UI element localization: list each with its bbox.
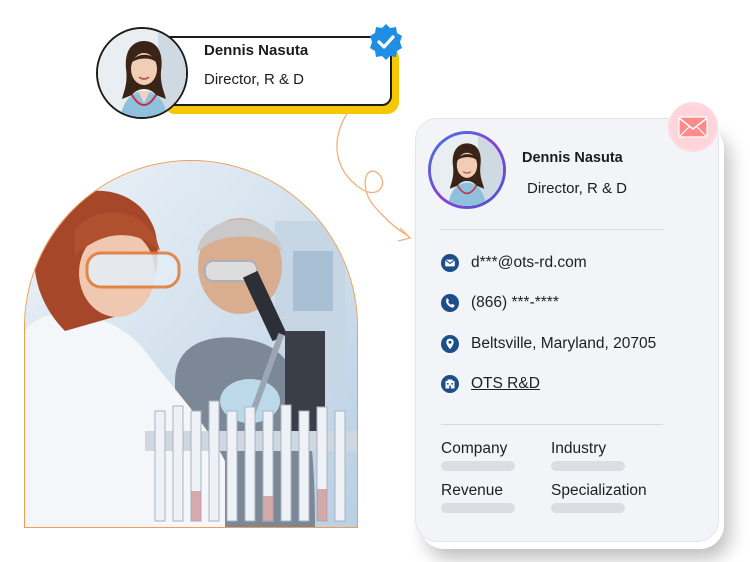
location-text: Beltsville, Maryland, 20705: [471, 335, 657, 352]
field-placeholder-company: [441, 461, 515, 471]
card-name: Dennis Nasuta: [522, 150, 623, 166]
badge-name: Dennis Nasuta: [204, 42, 309, 59]
field-placeholder-industry: [551, 461, 625, 471]
divider-bottom: [441, 424, 663, 425]
field-placeholder-revenue: [441, 503, 515, 513]
field-placeholder-specialization: [551, 503, 625, 513]
phone-text: (866) ***-****: [471, 294, 559, 311]
lab-photo: [24, 160, 358, 528]
card-avatar: [428, 131, 506, 209]
company-row: OTS R&D: [441, 375, 540, 393]
verified-icon: [370, 24, 402, 60]
company-link[interactable]: OTS R&D: [471, 375, 540, 393]
location-row: Beltsville, Maryland, 20705: [441, 335, 656, 353]
divider-top: [441, 229, 663, 230]
card-title: Director, R & D: [527, 180, 628, 197]
email-icon: [441, 254, 459, 272]
location-icon: [441, 335, 459, 353]
email-text: d***@ots-rd.com: [471, 254, 587, 271]
badge-avatar: [96, 27, 188, 119]
badge-title: Director, R & D: [204, 71, 305, 88]
field-label-company: Company: [441, 440, 508, 457]
field-label-revenue: Revenue: [441, 482, 504, 499]
mail-icon: [678, 116, 708, 138]
phone-icon: [441, 294, 459, 312]
field-label-industry: Industry: [551, 440, 607, 457]
email-row: d***@ots-rd.com: [441, 254, 587, 272]
company-icon: [441, 375, 459, 393]
connector-arrow: [336, 111, 412, 242]
field-label-specialization: Specialization: [551, 482, 647, 499]
phone-row: (866) ***-****: [441, 294, 559, 312]
mail-button[interactable]: [668, 102, 718, 152]
